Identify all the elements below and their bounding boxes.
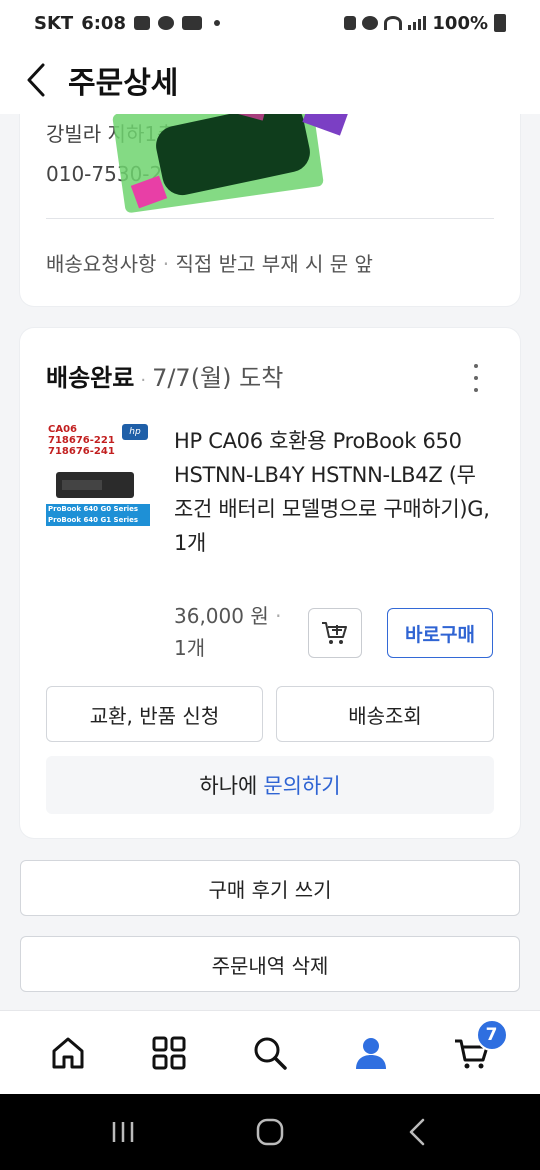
alarm-icon <box>362 16 379 30</box>
delivery-request-label: 배송요청사항 <box>46 252 157 276</box>
back-button[interactable] <box>0 46 72 114</box>
product-name[interactable]: HP CA06 호환용 ProBook 650 HSTNN-LB4Y HSTNN… <box>174 424 494 560</box>
inquiry-button[interactable]: 하나에 문의하기 <box>46 756 494 814</box>
cart-plus-icon <box>322 622 347 644</box>
thumbnail-series-line: ProBook 640 G0 Series <box>48 505 139 513</box>
thumbnail-code-line: CA06 <box>48 424 77 435</box>
home-nav-button[interactable] <box>230 1102 310 1162</box>
facebook-notification-icon <box>157 16 174 30</box>
recent-apps-icon <box>113 1122 134 1142</box>
exchange-return-button[interactable]: 교환, 반품 신청 <box>46 686 263 742</box>
delivery-request-value: 직접 받고 부재 시 문 앞 <box>175 252 373 276</box>
back-nav-icon <box>409 1118 424 1146</box>
price: 36,000 원 <box>174 604 269 628</box>
arrival-date: 7/7(월) 도착 <box>152 364 284 392</box>
delivery-status: 배송완료 · 7/7(월) 도착 <box>46 358 283 393</box>
track-delivery-button[interactable]: 배송조회 <box>276 686 494 742</box>
carrier-label: SKT <box>34 12 74 34</box>
tab-my-account[interactable] <box>341 1023 401 1083</box>
delivery-status-label: 배송완료 <box>46 364 135 392</box>
clock: 6:08 <box>81 12 126 34</box>
tab-home[interactable] <box>38 1023 98 1083</box>
inquiry-link[interactable]: 문의하기 <box>263 770 340 800</box>
separator: · <box>140 370 147 391</box>
battery-icon <box>494 14 506 32</box>
signal-icon <box>408 16 427 30</box>
thumbnail-series-line: ProBook 640 G1 Series <box>48 516 139 524</box>
wifi-icon <box>384 16 403 30</box>
add-to-cart-button[interactable] <box>308 608 362 658</box>
product-thumbnail[interactable]: CA06 718676-221 718676-241 hp ProBook 64… <box>46 422 150 526</box>
user-icon <box>355 1037 386 1069</box>
write-review-button[interactable]: 구매 후기 쓰기 <box>20 860 520 916</box>
battery-percent: 100% <box>432 12 488 34</box>
cart-count-badge: 7 <box>475 1018 508 1051</box>
search-icon <box>254 1037 287 1070</box>
inquiry-prefix: 하나에 <box>199 774 258 798</box>
home-icon <box>52 1037 84 1068</box>
thumbnail-code-line: 718676-221 <box>48 435 115 446</box>
bottom-tab-bar: 7 <box>0 1010 540 1094</box>
quantity: 1개 <box>174 636 206 660</box>
price-block: 36,000 원 · 1개 <box>174 600 281 664</box>
tab-cart[interactable]: 7 <box>442 1018 508 1083</box>
more-options-icon[interactable] <box>470 364 482 392</box>
thumbnail-code: CA06 718676-221 718676-241 <box>48 424 115 457</box>
tab-categories[interactable] <box>139 1023 199 1083</box>
system-nav-bar <box>0 1094 540 1170</box>
battery-image <box>56 472 134 498</box>
grid-icon <box>152 1036 186 1069</box>
buy-now-button[interactable]: 바로구매 <box>387 608 493 658</box>
status-bar: SKT 6:08 100% <box>0 0 540 46</box>
gallery-notification-icon <box>133 16 150 30</box>
page-title: 주문상세 <box>68 66 179 101</box>
youtube-notification-icon <box>181 16 202 30</box>
separator: · <box>275 604 282 628</box>
order-card: 배송완료 · 7/7(월) 도착 CA06 718676-221 718676-… <box>20 328 520 838</box>
divider <box>46 218 494 219</box>
delete-order-button[interactable]: 주문내역 삭제 <box>20 936 520 992</box>
separator: · <box>162 252 170 276</box>
chevron-left-icon <box>27 63 45 97</box>
delivery-address-card: 강빌라 지하1층(재활용센타) 010-7530-2292 배송요청사항 · 직… <box>20 75 520 306</box>
back-nav-button[interactable] <box>377 1102 457 1162</box>
home-nav-icon <box>256 1118 284 1146</box>
thumbnail-series-band: ProBook 640 G0 Series ProBook 640 G1 Ser… <box>46 504 150 526</box>
hp-logo: hp <box>122 424 148 440</box>
tab-search[interactable] <box>240 1023 300 1083</box>
more-notifications-icon <box>213 20 220 26</box>
thumbnail-code-line: 718676-241 <box>48 446 115 457</box>
sim-icon <box>344 16 357 30</box>
recent-apps-button[interactable] <box>83 1102 163 1162</box>
delivery-request: 배송요청사항 · 직접 받고 부재 시 문 앞 <box>46 248 373 277</box>
page-header: 주문상세 <box>0 46 540 114</box>
